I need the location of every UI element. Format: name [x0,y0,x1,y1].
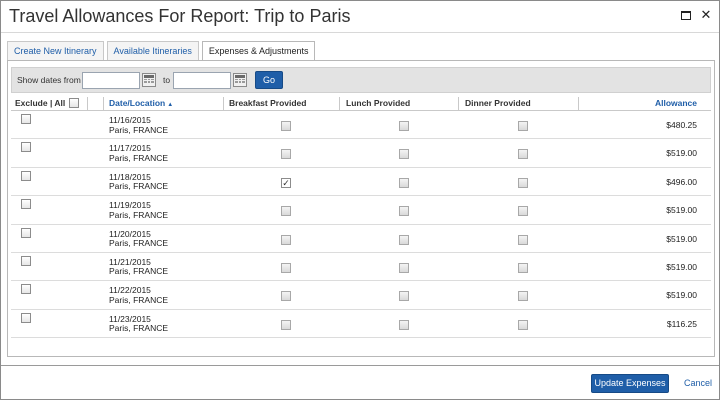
breakfast-provided-checkbox[interactable]: ✓ [281,177,291,188]
table-row: 11/18/2015 Paris, FRANCE ✓ $496.00 [11,168,711,197]
row-location: Paris, FRANCE [109,209,169,220]
date-location-cell: 11/22/2015 Paris, FRANCE [109,286,168,305]
lunch-provided-checkbox[interactable] [399,206,409,217]
exclude-checkbox[interactable] [21,199,31,210]
allowance-amount: $519.00 [666,290,697,301]
dialog-titlebar: Travel Allowances For Report: Trip to Pa… [1,1,719,33]
exclude-all-header: Exclude | All [15,98,66,108]
footer-divider [1,365,719,366]
allowance-amount: $519.00 [666,205,697,216]
calendar-icon[interactable] [142,73,156,87]
table-row: 11/23/2015 Paris, FRANCE $116.25 [11,310,711,339]
table-body: 11/16/2015 Paris, FRANCE $480.25 11/17/2015… [11,111,711,339]
dinner-provided-checkbox[interactable] [518,319,528,330]
allowance-amount: $519.00 [666,261,697,272]
exclude-checkbox[interactable] [21,227,31,238]
date-filter-bar: Show dates from to Go [11,67,711,93]
tab-expenses-adjustments[interactable]: Expenses & Adjustments [201,41,316,61]
allowance-amount: $519.00 [666,148,697,159]
to-date-input[interactable] [173,72,231,89]
update-expenses-button[interactable]: Update Expenses [591,374,669,393]
table-row: 11/20/2015 Paris, FRANCE $519.00 [11,225,711,253]
show-dates-from-label: Show dates from [17,75,81,85]
window-controls: ✕ [679,8,713,22]
breakfast-provided-checkbox[interactable] [281,319,291,330]
allowance-amount: $480.25 [666,120,697,130]
sort-ascending-icon: ▲ [167,102,174,108]
breakfast-provided-checkbox[interactable] [281,149,291,160]
row-location: Paris, FRANCE [109,152,169,163]
row-location: Paris, FRANCE [109,266,169,277]
exclude-checkbox[interactable] [21,284,31,295]
allowance-header[interactable]: Allowance [655,96,697,111]
lunch-provided-checkbox[interactable] [399,149,409,160]
allowance-amount: $116.25 [666,318,697,329]
exclude-checkbox[interactable] [21,142,31,153]
exclude-checkbox[interactable] [21,312,31,323]
allowance-amount: $496.00 [666,176,697,187]
dinner-provided-checkbox[interactable] [518,262,528,273]
to-label: to [163,75,171,85]
cancel-link[interactable]: Cancel [684,378,712,388]
row-location: Paris, FRANCE [109,124,169,135]
breakfast-provided-checkbox[interactable] [281,206,291,217]
exclude-checkbox[interactable] [21,114,31,124]
row-location: Paris, FRANCE [109,323,169,334]
breakfast-provided-checkbox[interactable] [281,121,291,131]
date-location-cell: 11/17/2015 Paris, FRANCE [109,144,168,163]
dinner-provided-checkbox[interactable] [518,121,528,131]
table-row: 11/22/2015 Paris, FRANCE $519.00 [11,281,711,310]
travel-allowances-dialog: Travel Allowances For Report: Trip to Pa… [0,0,720,400]
table-header: Exclude | All Date/Location ▲ Breakfast P… [11,96,711,111]
lunch-provided-checkbox[interactable] [399,177,409,188]
dinner-provided-checkbox[interactable] [518,149,528,160]
close-icon[interactable]: ✕ [699,8,713,22]
table-row: 11/16/2015 Paris, FRANCE $480.25 [11,111,711,140]
dinner-provided-checkbox[interactable] [518,177,528,188]
tab-bar: Create New Itinerary Available Itinerari… [7,41,316,61]
breakfast-provided-checkbox[interactable] [281,262,291,273]
lunch-provided-checkbox[interactable] [399,234,409,245]
tab-create-new-itinerary[interactable]: Create New Itinerary [7,41,104,60]
lunch-provided-checkbox[interactable] [399,319,409,330]
row-location: Paris, FRANCE [109,238,169,249]
date-location-cell: 11/18/2015 Paris, FRANCE [109,172,169,192]
lunch-provided-checkbox[interactable] [399,262,409,273]
maximize-icon[interactable] [679,8,693,22]
calendar-icon[interactable] [233,73,247,87]
date-location-cell: 11/23/2015 Paris, FRANCE [109,314,169,334]
dinner-header: Dinner Provided [465,98,531,108]
table-row: 11/21/2015 Paris, FRANCE $519.00 [11,253,711,282]
table-row: 11/17/2015 Paris, FRANCE $519.00 [11,139,711,168]
exclude-all-checkbox[interactable] [69,98,79,108]
exclude-checkbox[interactable] [21,255,31,266]
dinner-provided-checkbox[interactable] [518,291,528,302]
lunch-provided-checkbox[interactable] [399,121,409,131]
date-location-cell: 11/16/2015 Paris, FRANCE [109,115,169,135]
from-date-input[interactable] [82,72,140,89]
breakfast-provided-checkbox[interactable] [281,234,291,245]
expenses-panel: Show dates from to Go Exclude | All Date… [7,60,715,357]
breakfast-header: Breakfast Provided [229,98,307,108]
row-location: Paris, FRANCE [109,294,169,305]
breakfast-provided-checkbox[interactable] [281,291,291,302]
lunch-header: Lunch Provided [346,98,411,108]
allowance-amount: $519.00 [666,233,697,244]
dialog-title: Travel Allowances For Report: Trip to Pa… [9,6,351,26]
exclude-checkbox[interactable] [21,170,31,181]
dinner-provided-checkbox[interactable] [518,234,528,245]
tab-available-itineraries[interactable]: Available Itineraries [106,41,199,60]
lunch-provided-checkbox[interactable] [399,291,409,302]
date-location-cell: 11/19/2015 Paris, FRANCE [109,201,168,220]
dinner-provided-checkbox[interactable] [518,206,528,217]
table-row: 11/19/2015 Paris, FRANCE $519.00 [11,196,711,225]
date-location-header[interactable]: Date/Location ▲ [109,96,173,111]
allowances-table: Exclude | All Date/Location ▲ Breakfast P… [11,96,711,339]
go-button[interactable]: Go [255,71,283,89]
date-location-cell: 11/20/2015 Paris, FRANCE [109,229,169,249]
date-location-cell: 11/21/2015 Paris, FRANCE [109,257,169,277]
row-location: Paris, FRANCE [109,181,169,192]
